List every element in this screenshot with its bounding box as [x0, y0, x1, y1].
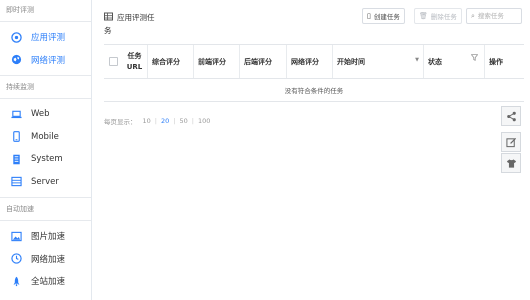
select-all-checkbox[interactable] [108, 57, 118, 66]
divider [0, 21, 91, 22]
col-task-url-line1: 任务 [127, 51, 142, 60]
laptop-icon [10, 108, 23, 121]
sidebar-item-system[interactable]: System [0, 148, 91, 171]
col-network-score[interactable]: 网络评分 [286, 45, 332, 78]
table-header: 任务 URL 综合评分 前端评分 后端评分 网络评分 开始时间 ▼ 状态 操作 [104, 45, 524, 79]
divider [0, 220, 91, 221]
col-status[interactable]: 状态 [423, 45, 484, 78]
search-input[interactable] [477, 12, 522, 20]
col-status-label: 状态 [428, 57, 442, 66]
separator: | [191, 117, 194, 125]
share-icon [506, 107, 517, 126]
sidebar-item-label: Server [31, 176, 59, 187]
sidebar-item-image-accel[interactable]: 图片加速 [0, 225, 91, 248]
col-frontend-score[interactable]: 前端评分 [193, 45, 239, 78]
page-size-option-10[interactable]: 10 [143, 117, 151, 125]
select-all-checkbox-cell [104, 45, 122, 78]
edit-button[interactable] [501, 132, 521, 152]
divider [0, 197, 91, 198]
sidebar-item-network-accel[interactable]: 网络加速 [0, 248, 91, 271]
divider [0, 75, 91, 76]
clock-icon [10, 252, 23, 265]
sidebar-item-app-test[interactable]: 应用评测 [0, 26, 91, 49]
page-size-option-50[interactable]: 50 [179, 117, 187, 125]
table-icon [104, 12, 113, 25]
sidebar-item-label: 应用评测 [31, 33, 66, 44]
create-task-button[interactable]: ▯ 创建任务 [362, 8, 405, 24]
image-icon [10, 230, 23, 243]
page-size-selector: 每页显示： 10 | 20 | 50 | 100 [104, 116, 213, 126]
sidebar-section-title: 自动加速 [6, 205, 34, 213]
separator: | [154, 117, 157, 125]
col-start-time-label: 开始时间 [337, 57, 365, 66]
sidebar-item-label: System [31, 154, 63, 165]
col-actions: 操作 [484, 45, 524, 78]
col-backend-score[interactable]: 后端评分 [239, 45, 286, 78]
shirt-icon [506, 154, 517, 173]
page-title-text-line1: 应用评测任 [117, 13, 155, 22]
sort-down-icon[interactable]: ▼ [415, 57, 419, 63]
search-box: ⌕ [466, 8, 522, 24]
separator: | [173, 117, 176, 125]
sidebar-section-title: 即时评测 [6, 6, 34, 14]
trash-icon: 🗑 [419, 12, 428, 20]
server-list-icon [10, 175, 23, 188]
sidebar-item-label: Web [31, 109, 50, 120]
sidebar-item-web[interactable]: Web [0, 103, 91, 126]
edit-icon [505, 133, 517, 152]
sidebar-item-site-accel[interactable]: 全站加速 [0, 270, 91, 293]
create-icon: ▯ [367, 12, 371, 20]
col-task-url-line2: URL [126, 62, 143, 71]
sidebar-item-label: Mobile [31, 131, 59, 142]
page-title: 应用评测任 务 [104, 12, 164, 37]
page-size-option-100[interactable]: 100 [198, 117, 210, 125]
sidebar-item-label: 网络评测 [31, 55, 66, 66]
sidebar-item-mobile[interactable]: Mobile [0, 126, 91, 149]
share-button[interactable] [501, 106, 521, 126]
task-table: 任务 URL 综合评分 前端评分 后端评分 网络评分 开始时间 ▼ 状态 操作 没… [104, 44, 524, 102]
page-size-option-20[interactable]: 20 [161, 117, 169, 125]
empty-message: 没有符合条件的任务 [284, 87, 344, 95]
delete-task-label: 删除任务 [430, 13, 457, 21]
mobile-icon [10, 130, 23, 143]
sidebar: 即时评测 应用评测 网络评测 持续监测 Web Mobile System Se… [0, 0, 92, 300]
sidebar-item-label: 网络加速 [31, 254, 66, 265]
sidebar-section-title: 持续监测 [6, 83, 34, 91]
search-icon: ⌕ [471, 11, 475, 20]
sidebar-item-label: 全站加速 [31, 277, 66, 288]
create-task-label: 创建任务 [373, 13, 400, 21]
sidebar-item-network-test[interactable]: 网络评测 [0, 49, 91, 72]
col-start-time[interactable]: 开始时间 ▼ [332, 45, 423, 78]
page-title-text-line2: 务 [104, 26, 112, 35]
filter-icon[interactable] [470, 54, 479, 63]
divider [0, 98, 91, 99]
server-box-icon [10, 153, 23, 166]
rocket-icon [10, 275, 23, 288]
page-size-label: 每页显示： [104, 118, 137, 126]
col-overall-score[interactable]: 综合评分 [147, 45, 193, 78]
sidebar-item-label: 图片加速 [31, 232, 66, 243]
globe-icon [10, 53, 23, 66]
col-task-url[interactable]: 任务 URL [122, 45, 147, 78]
sidebar-item-server[interactable]: Server [0, 171, 91, 194]
gauge-icon [10, 31, 23, 44]
delete-task-button[interactable]: 🗑 删除任务 [414, 8, 462, 24]
theme-button[interactable] [501, 153, 521, 173]
